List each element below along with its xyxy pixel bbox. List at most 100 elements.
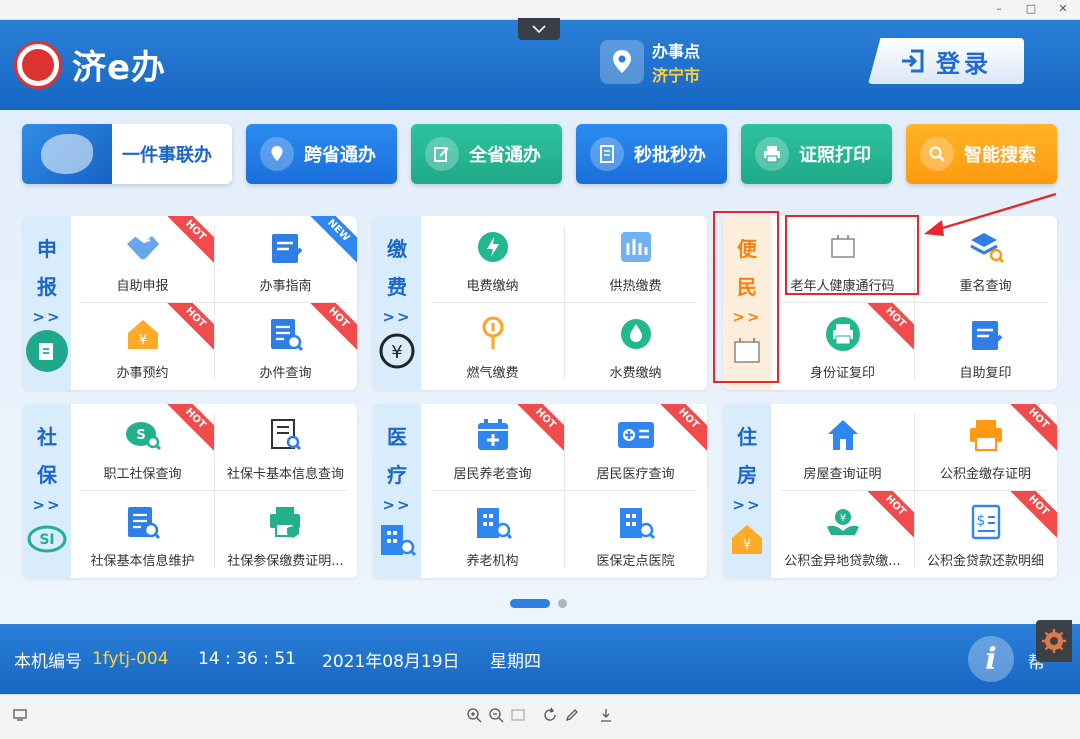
zoom-out-icon[interactable] (488, 707, 504, 723)
info-icon[interactable]: i (968, 636, 1014, 682)
tile-self-application[interactable]: 自助申报 HOT (71, 216, 214, 302)
social-security-logo-icon: SI (26, 518, 68, 560)
highlight-box-health-code (785, 215, 919, 295)
yuan-cycle-icon: ¥ (376, 330, 418, 372)
gas-flame-icon (473, 314, 513, 354)
viewer-toolbar (0, 694, 1080, 739)
handshake-icon (123, 227, 163, 267)
panel-side-label[interactable]: 医 疗 >> (373, 404, 421, 578)
tile-electricity[interactable]: 电费缴纳 (421, 216, 564, 302)
pencil-icon[interactable] (564, 707, 580, 723)
printer-shield-icon (266, 502, 306, 542)
download-icon[interactable] (598, 707, 614, 723)
gear-icon (1042, 629, 1066, 653)
nav-license-print-button[interactable]: 证照打印 (741, 124, 892, 184)
money-doc-icon: $ (966, 502, 1006, 542)
tile-heating[interactable]: 供热缴费 (564, 216, 707, 302)
list-search-icon (266, 314, 306, 354)
svg-text:S: S (136, 428, 145, 443)
tile-si-card-info-query[interactable]: 社保卡基本信息查询 (214, 404, 357, 490)
weekday: 星期四 (490, 651, 541, 672)
nav-cross-province-button[interactable]: 跨省通办 (246, 124, 397, 184)
panel-side-label[interactable]: 申 报 >> (23, 216, 71, 390)
clock-time: 14 : 36 : 51 (198, 649, 296, 669)
hot-badge: HOT (304, 303, 357, 352)
tile-case-query[interactable]: 办件查询 HOT (214, 303, 357, 389)
panel-side-label[interactable]: 住 房 >> ¥ (723, 404, 771, 578)
svg-text:¥: ¥ (743, 538, 751, 553)
form-icon (26, 330, 68, 372)
tile-self-copy[interactable]: 自助复印 (914, 303, 1057, 389)
tile-fund-deposit-cert[interactable]: 公积金缴存证明 HOT (914, 404, 1057, 490)
tile-house-query-cert[interactable]: 房屋查询证明 (771, 404, 914, 490)
tile-service-guide[interactable]: 办事指南 NEW (214, 216, 357, 302)
svg-text:¥: ¥ (391, 342, 402, 363)
tile-id-card-copy[interactable]: 身份证复印 HOT (771, 303, 914, 389)
status-footer: 本机编号 1fytj-004 14 : 36 : 51 2021年08月19日 … (0, 624, 1080, 694)
screen-icon[interactable] (12, 707, 28, 723)
panel-side-label[interactable]: 社 保 >> SI (23, 404, 71, 578)
doc-search-icon (266, 415, 306, 455)
login-label: 登录 (936, 49, 992, 78)
tile-appointment[interactable]: ¥ 办事预约 HOT (71, 303, 214, 389)
tile-designated-hospital[interactable]: 医保定点医院 (564, 491, 707, 577)
collapse-header-button[interactable] (518, 18, 560, 40)
panel-housing: 住 房 >> ¥ 房屋查询证明 公积金缴存证明 HOT ¥ 公积金异地贷款缴..… (723, 404, 1057, 578)
house-icon (823, 415, 863, 455)
guide-document-icon (966, 314, 1006, 354)
floating-settings-button[interactable] (1036, 620, 1072, 662)
si-search-icon: S (123, 415, 163, 455)
hot-badge: HOT (861, 303, 914, 352)
map-icon (22, 124, 112, 184)
panel-side-label[interactable]: 缴 费 >> ¥ (373, 216, 421, 390)
panel-social-security: 社 保 >> SI S 职工社保查询 HOT 社保卡基本信息查询 社保基本信息维… (23, 404, 357, 578)
tile-resident-medical-query[interactable]: 居民医疗查询 HOT (564, 404, 707, 490)
minimize-button[interactable]: – (992, 2, 1006, 16)
rotate-icon[interactable] (542, 707, 558, 723)
nav-label: 一件事联办 (122, 145, 212, 166)
house-yuan-icon: ¥ (726, 518, 768, 560)
window-titlebar: – □ ✕ (0, 0, 1080, 20)
hot-badge: HOT (161, 216, 214, 265)
tile-resident-pension-query[interactable]: 居民养老查询 HOT (421, 404, 564, 490)
tile-gas[interactable]: 燃气缴费 (421, 303, 564, 389)
tile-pension-institution[interactable]: 养老机构 (421, 491, 564, 577)
hot-badge: HOT (1004, 491, 1057, 540)
house-yuan-icon: ¥ (123, 314, 163, 354)
hot-badge: HOT (861, 491, 914, 540)
nav-province-button[interactable]: 全省通办 (411, 124, 562, 184)
page-dot-active[interactable] (510, 599, 550, 608)
printer-icon (823, 314, 863, 354)
nav-instant-approval-button[interactable]: 秒批秒办 (576, 124, 727, 184)
nav-label: 智能搜索 (964, 145, 1036, 166)
svg-text:SI: SI (39, 532, 54, 548)
hospital-search-icon (616, 502, 656, 542)
list-search-icon (123, 502, 163, 542)
tile-employee-si-query[interactable]: S 职工社保查询 HOT (71, 404, 214, 490)
electricity-icon (473, 227, 513, 267)
hot-badge: HOT (1004, 404, 1057, 453)
tile-water[interactable]: 水费缴纳 (564, 303, 707, 389)
svg-text:$: $ (976, 513, 985, 529)
chevron-down-icon (532, 25, 546, 33)
close-button[interactable]: ✕ (1056, 2, 1070, 16)
medical-card-icon (616, 415, 656, 455)
tile-fund-remote-loan[interactable]: ¥ 公积金异地贷款缴... HOT (771, 491, 914, 577)
tile-fund-repayment-detail[interactable]: $ 公积金贷款还款明细 HOT (914, 491, 1057, 577)
machine-id: 1fytj-004 (92, 649, 169, 669)
page-indicator (510, 599, 567, 608)
maximize-button[interactable]: □ (1024, 2, 1038, 16)
nav-smart-search-button[interactable]: 智能搜索 (906, 124, 1057, 184)
login-button[interactable]: 登录 (868, 38, 1024, 84)
nav-label: 全省通办 (469, 145, 541, 166)
app-logo: 济e办 (14, 40, 166, 89)
zoom-in-icon[interactable] (466, 707, 482, 723)
nav-one-thing-button[interactable]: 一件事联办 (22, 124, 232, 184)
fit-icon[interactable] (510, 707, 526, 723)
heating-icon (616, 227, 656, 267)
tile-si-payment-cert[interactable]: 社保参保缴费证明... (214, 491, 357, 577)
top-navigation: 一件事联办 跨省通办 全省通办 秒批秒办 证照打印 智能搜索 (22, 124, 1057, 184)
page-dot[interactable] (558, 599, 567, 608)
tile-si-info-maintain[interactable]: 社保基本信息维护 (71, 491, 214, 577)
printer-icon (966, 415, 1006, 455)
